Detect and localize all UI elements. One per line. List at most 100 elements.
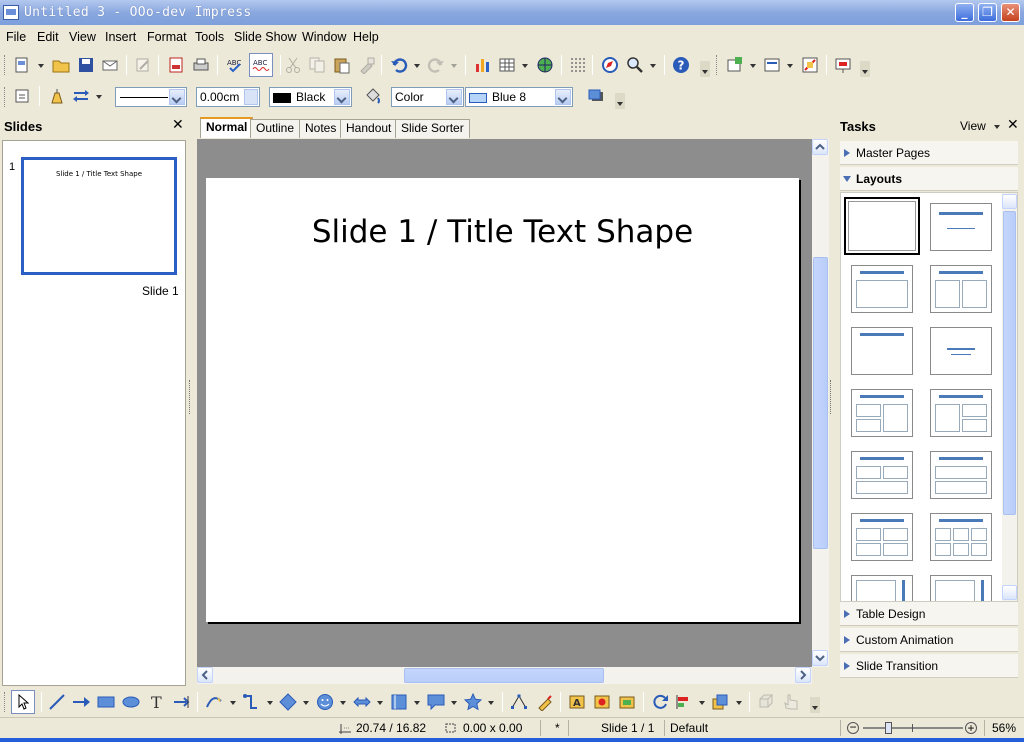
basic-shapes-icon[interactable] xyxy=(279,693,297,711)
rotate-effects-icon[interactable] xyxy=(651,693,669,711)
text-animation-icon[interactable] xyxy=(172,693,190,711)
layout-title-4-content[interactable] xyxy=(851,513,913,561)
menu-edit[interactable]: Edit xyxy=(37,30,59,44)
slide-canvas[interactable]: Slide 1 / Title Text Shape xyxy=(206,178,799,622)
layouts-scroll-down-button[interactable] xyxy=(1002,585,1017,600)
connector-tool-icon[interactable] xyxy=(242,693,260,711)
alignment-dropdown-arrow[interactable] xyxy=(699,701,705,705)
layout-centered-text[interactable] xyxy=(930,327,992,375)
undo-icon[interactable] xyxy=(390,56,408,74)
layouts-scroll-thumb[interactable] xyxy=(1003,211,1016,515)
menu-file[interactable]: File xyxy=(6,30,26,44)
extrusion-toggle-icon[interactable] xyxy=(757,693,775,711)
scroll-left-button[interactable] xyxy=(197,667,213,683)
table-dropdown-arrow[interactable] xyxy=(522,64,528,68)
section-table-design[interactable]: Table Design xyxy=(840,602,1018,626)
flowchart-dropdown-arrow[interactable] xyxy=(414,701,420,705)
arrange-dropdown-arrow[interactable] xyxy=(736,701,742,705)
area-color-dropdown-button[interactable] xyxy=(555,89,571,105)
line-tool-icon[interactable] xyxy=(48,693,66,711)
tab-slide-sorter[interactable]: Slide Sorter xyxy=(395,119,470,138)
select-tool-button[interactable] xyxy=(11,690,35,714)
tasks-view-menu[interactable]: View xyxy=(960,119,986,133)
connector-dropdown-arrow[interactable] xyxy=(267,701,273,705)
zoom-in-icon[interactable]: + xyxy=(965,722,977,734)
toolbar-grip[interactable] xyxy=(4,55,7,75)
block-arrows-icon[interactable] xyxy=(353,693,371,711)
layout-title-slide[interactable] xyxy=(930,203,992,251)
block-arrows-dropdown-arrow[interactable] xyxy=(377,701,383,705)
area-color-select[interactable]: Blue 8 xyxy=(465,87,573,107)
text-tool-icon[interactable]: T xyxy=(148,693,166,711)
right-pane-splitter[interactable] xyxy=(830,380,833,414)
curve-dropdown-arrow[interactable] xyxy=(230,701,236,705)
curve-tool-icon[interactable] xyxy=(205,693,223,711)
styles-icon[interactable] xyxy=(14,87,32,105)
tab-handout[interactable]: Handout xyxy=(340,119,398,138)
minimize-button[interactable]: _ xyxy=(955,3,974,22)
toolbar-overflow[interactable] xyxy=(860,61,870,77)
menu-format[interactable]: Format xyxy=(147,30,187,44)
line-width-spinner[interactable]: 0.00cm xyxy=(196,87,260,107)
line-width-spin-buttons[interactable] xyxy=(244,89,258,105)
callouts-dropdown-arrow[interactable] xyxy=(451,701,457,705)
slide-design-icon[interactable] xyxy=(763,56,781,74)
slide-title-text[interactable]: Slide 1 / Title Text Shape xyxy=(206,214,799,250)
menu-insert[interactable]: Insert xyxy=(105,30,136,44)
layouts-scroll-up-button[interactable] xyxy=(1002,194,1017,209)
toolbar-overflow[interactable] xyxy=(810,697,820,713)
arrange-icon[interactable] xyxy=(711,693,729,711)
interaction-icon[interactable] xyxy=(782,693,800,711)
layout-vertical-title-content[interactable] xyxy=(930,575,992,601)
section-custom-animation[interactable]: Custom Animation xyxy=(840,628,1018,652)
flowchart-icon[interactable] xyxy=(390,693,408,711)
slide-icon[interactable] xyxy=(726,56,744,74)
vertical-scrollbar[interactable] xyxy=(812,139,829,667)
fontwork-gallery-icon[interactable]: A xyxy=(568,693,586,711)
menu-view[interactable]: View xyxy=(69,30,96,44)
zoom-icon[interactable] xyxy=(626,56,644,74)
symbol-shapes-icon[interactable] xyxy=(316,693,334,711)
scroll-down-button[interactable] xyxy=(812,650,828,666)
stars-icon[interactable] xyxy=(464,693,482,711)
scroll-up-button[interactable] xyxy=(812,139,828,155)
navigator-globe-icon[interactable] xyxy=(536,56,554,74)
slide-show-icon[interactable] xyxy=(834,56,852,74)
toolbar-overflow[interactable] xyxy=(700,61,710,77)
zoom-out-icon[interactable]: − xyxy=(847,721,859,734)
line-style-dropdown-button[interactable] xyxy=(169,89,185,105)
close-slides-pane-icon[interactable]: ✕ xyxy=(172,117,184,133)
print-icon[interactable] xyxy=(192,56,210,74)
insert-picture-icon[interactable] xyxy=(593,693,611,711)
points-edit-icon[interactable] xyxy=(510,693,528,711)
menu-window[interactable]: Window xyxy=(302,30,346,44)
undo-dropdown-arrow[interactable] xyxy=(414,64,420,68)
area-style-select[interactable]: Color xyxy=(391,87,464,107)
close-tasks-pane-icon[interactable]: ✕ xyxy=(1007,117,1019,133)
export-pdf-icon[interactable] xyxy=(167,56,185,74)
zoom-slider-track[interactable] xyxy=(863,727,963,729)
new-dropdown-arrow[interactable] xyxy=(38,64,44,68)
save-icon[interactable] xyxy=(77,56,95,74)
layout-title-only[interactable] xyxy=(851,327,913,375)
slide-dropdown-arrow[interactable] xyxy=(750,64,756,68)
edit-file-icon[interactable] xyxy=(134,56,152,74)
menu-help[interactable]: Help xyxy=(353,30,379,44)
spellcheck-icon[interactable]: ABC xyxy=(226,56,244,74)
layout-title-content[interactable] xyxy=(851,265,913,313)
alignment-icon[interactable] xyxy=(675,693,693,711)
layout-title-content-2content[interactable] xyxy=(930,389,992,437)
toolbar-grip[interactable] xyxy=(716,55,719,75)
layout-blank[interactable] xyxy=(844,197,920,255)
section-master-pages[interactable]: Master Pages xyxy=(840,141,1018,165)
vertical-scroll-thumb[interactable] xyxy=(813,257,828,549)
grid-display-icon[interactable] xyxy=(569,56,587,74)
scroll-right-button[interactable] xyxy=(795,667,811,683)
auto-spellcheck-toggle[interactable]: ABC xyxy=(249,53,273,77)
glue-points-icon[interactable] xyxy=(536,693,554,711)
stars-dropdown-arrow[interactable] xyxy=(488,701,494,705)
clone-formatting-icon[interactable] xyxy=(358,56,376,74)
tab-notes[interactable]: Notes xyxy=(299,119,343,138)
callouts-icon[interactable] xyxy=(427,693,445,711)
horizontal-scroll-thumb[interactable] xyxy=(404,668,604,683)
